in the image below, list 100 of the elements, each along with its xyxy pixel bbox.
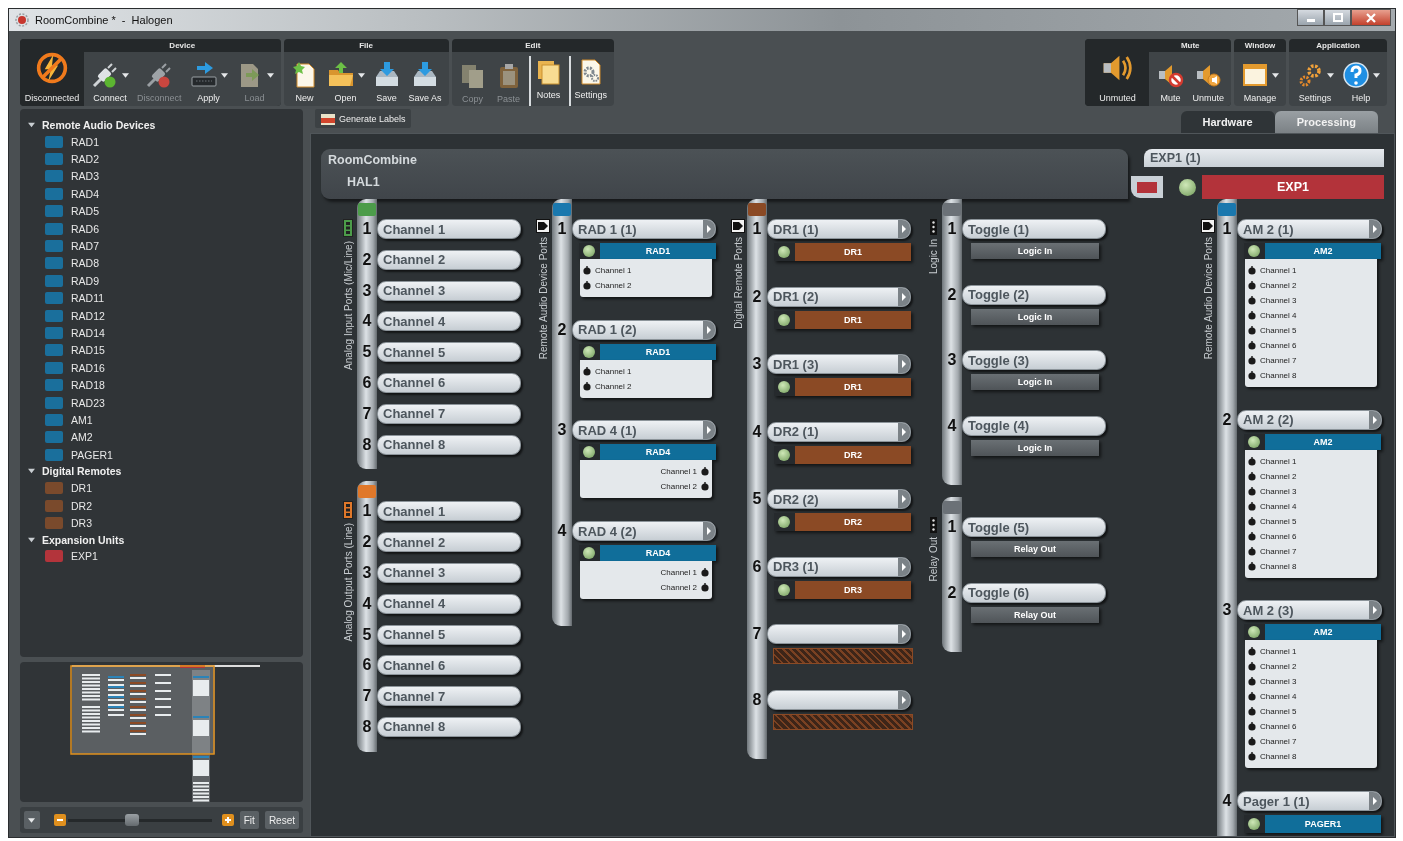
- tree-item-label[interactable]: RAD1: [71, 135, 99, 148]
- tree-item-label[interactable]: EXP1: [71, 550, 98, 563]
- expansion-port-tab[interactable]: EXP1 (1): [1144, 149, 1384, 167]
- expand-arrow-icon[interactable]: [898, 625, 910, 643]
- port-tab[interactable]: RAD 1 (1): [572, 219, 716, 239]
- port-tab[interactable]: Channel 7: [377, 403, 521, 424]
- tree-item-label[interactable]: RAD6: [71, 222, 99, 235]
- toolbar-button[interactable]: Save: [368, 52, 405, 106]
- port-tab[interactable]: AM 2 (1): [1237, 219, 1382, 239]
- port-tab[interactable]: Toggle (1): [962, 219, 1106, 239]
- port-tab[interactable]: Channel 7: [377, 686, 521, 707]
- zoom-button[interactable]: Fit: [239, 811, 259, 829]
- toolbar-button[interactable]: Settings: [1292, 52, 1338, 106]
- expand-arrow-icon[interactable]: [898, 220, 910, 238]
- port-tab[interactable]: Channel 2: [377, 532, 521, 553]
- toolbar-button[interactable]: Unmute: [1188, 52, 1228, 106]
- tree-item-label[interactable]: RAD14: [71, 327, 105, 339]
- expand-arrow-icon[interactable]: [898, 355, 910, 373]
- minimize-button[interactable]: [1297, 9, 1324, 26]
- tree-group-label[interactable]: Expansion Units: [42, 533, 125, 546]
- toolbar-button[interactable]: Apply: [185, 52, 232, 106]
- tree-item-label[interactable]: PAGER1: [71, 448, 113, 461]
- toolbar-button[interactable]: Connect: [87, 52, 133, 106]
- port-tab[interactable]: Channel 2: [377, 249, 521, 270]
- port-tab[interactable]: Channel 1: [377, 501, 521, 522]
- port-tab[interactable]: [767, 624, 911, 644]
- port-tab[interactable]: RAD 1 (2): [572, 319, 716, 340]
- port-tab[interactable]: Channel 4: [377, 593, 521, 614]
- slider-thumb[interactable]: [125, 813, 140, 826]
- port-tab[interactable]: AM 2 (3): [1237, 600, 1382, 621]
- port-tab[interactable]: Channel 4: [377, 311, 521, 332]
- port-tab[interactable]: Channel 6: [377, 373, 521, 393]
- expand-arrow-icon[interactable]: [1369, 792, 1381, 811]
- tree-item-label[interactable]: RAD23: [71, 396, 105, 409]
- expand-arrow-icon[interactable]: [898, 422, 910, 441]
- port-tab[interactable]: Toggle (6): [962, 582, 1106, 603]
- tree-item-label[interactable]: AM1: [71, 413, 93, 426]
- tree-item-label[interactable]: RAD16: [71, 361, 105, 374]
- tree-item-label[interactable]: RAD8: [71, 257, 99, 270]
- toolbar-button[interactable]: Help: [1338, 52, 1384, 106]
- port-tab[interactable]: DR2 (1): [767, 421, 911, 442]
- maximize-button[interactable]: [1324, 9, 1351, 26]
- toolbar-button[interactable]: New: [286, 52, 323, 106]
- tree-item-label[interactable]: RAD7: [71, 240, 99, 253]
- port-tab[interactable]: Toggle (4): [962, 415, 1106, 436]
- toolbar-button[interactable]: Open: [322, 52, 369, 106]
- toolbar-button[interactable]: Mute: [1152, 52, 1189, 106]
- port-tab[interactable]: Toggle (2): [962, 284, 1106, 305]
- tree-item-label[interactable]: RAD12: [71, 309, 105, 322]
- expand-arrow-icon[interactable]: [898, 557, 910, 576]
- port-tab[interactable]: DR3 (1): [767, 556, 911, 577]
- expand-arrow-icon[interactable]: [1369, 410, 1381, 429]
- toolbar-button[interactable]: Manage: [1237, 52, 1283, 106]
- generate-labels-button[interactable]: Generate Labels: [315, 109, 411, 128]
- expand-caret-icon[interactable]: [28, 122, 35, 128]
- expand-caret-icon[interactable]: [28, 468, 35, 475]
- tree-item-label[interactable]: RAD2: [71, 153, 99, 166]
- tree-item-label[interactable]: RAD11: [71, 292, 105, 305]
- tree-item-label[interactable]: DR3: [71, 516, 92, 529]
- expand-arrow-icon[interactable]: [898, 690, 910, 709]
- port-tab[interactable]: Pager 1 (1): [1237, 791, 1382, 812]
- expand-arrow-icon[interactable]: [703, 320, 715, 339]
- zoom-in-button[interactable]: [221, 814, 234, 826]
- port-tab[interactable]: Channel 5: [377, 624, 521, 645]
- close-button[interactable]: [1351, 9, 1391, 26]
- tree-group-label[interactable]: Digital Remotes: [42, 465, 122, 478]
- tree-item-label[interactable]: RAD3: [71, 170, 99, 183]
- toolbar-button[interactable]: Notes: [528, 56, 567, 106]
- tree-item-label[interactable]: AM2: [71, 431, 93, 444]
- port-tab[interactable]: DR2 (2): [767, 489, 911, 509]
- port-tab[interactable]: RAD 4 (1): [572, 420, 716, 441]
- tree-item-label[interactable]: DR1: [71, 482, 92, 495]
- port-tab[interactable]: DR1 (2): [767, 286, 911, 307]
- port-tab[interactable]: DR1 (1): [767, 219, 911, 239]
- port-tab[interactable]: DR1 (3): [767, 354, 911, 374]
- port-tab[interactable]: Channel 5: [377, 342, 521, 363]
- tree-item-label[interactable]: RAD18: [71, 379, 105, 392]
- tree-item-label[interactable]: DR2: [71, 499, 92, 512]
- zoom-button[interactable]: Reset: [264, 811, 299, 829]
- tree-item-label[interactable]: RAD5: [71, 205, 99, 218]
- tree-item-label[interactable]: RAD15: [71, 344, 105, 357]
- expand-arrow-icon[interactable]: [1369, 220, 1381, 238]
- expand-arrow-icon[interactable]: [898, 287, 910, 306]
- view-tab[interactable]: Processing: [1274, 111, 1378, 133]
- tree-group-label[interactable]: Remote Audio Devices: [42, 119, 156, 131]
- port-tab[interactable]: Channel 8: [377, 434, 521, 455]
- expand-arrow-icon[interactable]: [898, 490, 910, 508]
- expand-arrow-icon[interactable]: [703, 421, 715, 440]
- expand-arrow-icon[interactable]: [703, 522, 715, 541]
- port-tab[interactable]: [767, 689, 911, 710]
- expand-caret-icon[interactable]: [28, 536, 35, 543]
- port-tab[interactable]: Toggle (3): [962, 350, 1106, 370]
- expand-arrow-icon[interactable]: [703, 220, 715, 238]
- toolbar-button[interactable]: Settings: [568, 56, 612, 106]
- port-tab[interactable]: Channel 8: [377, 716, 521, 737]
- port-tab[interactable]: Toggle (5): [962, 517, 1106, 537]
- tree-item-label[interactable]: RAD9: [71, 274, 99, 287]
- port-tab[interactable]: Channel 3: [377, 280, 521, 301]
- port-tab[interactable]: Channel 1: [377, 219, 521, 239]
- port-tab[interactable]: AM 2 (2): [1237, 409, 1382, 430]
